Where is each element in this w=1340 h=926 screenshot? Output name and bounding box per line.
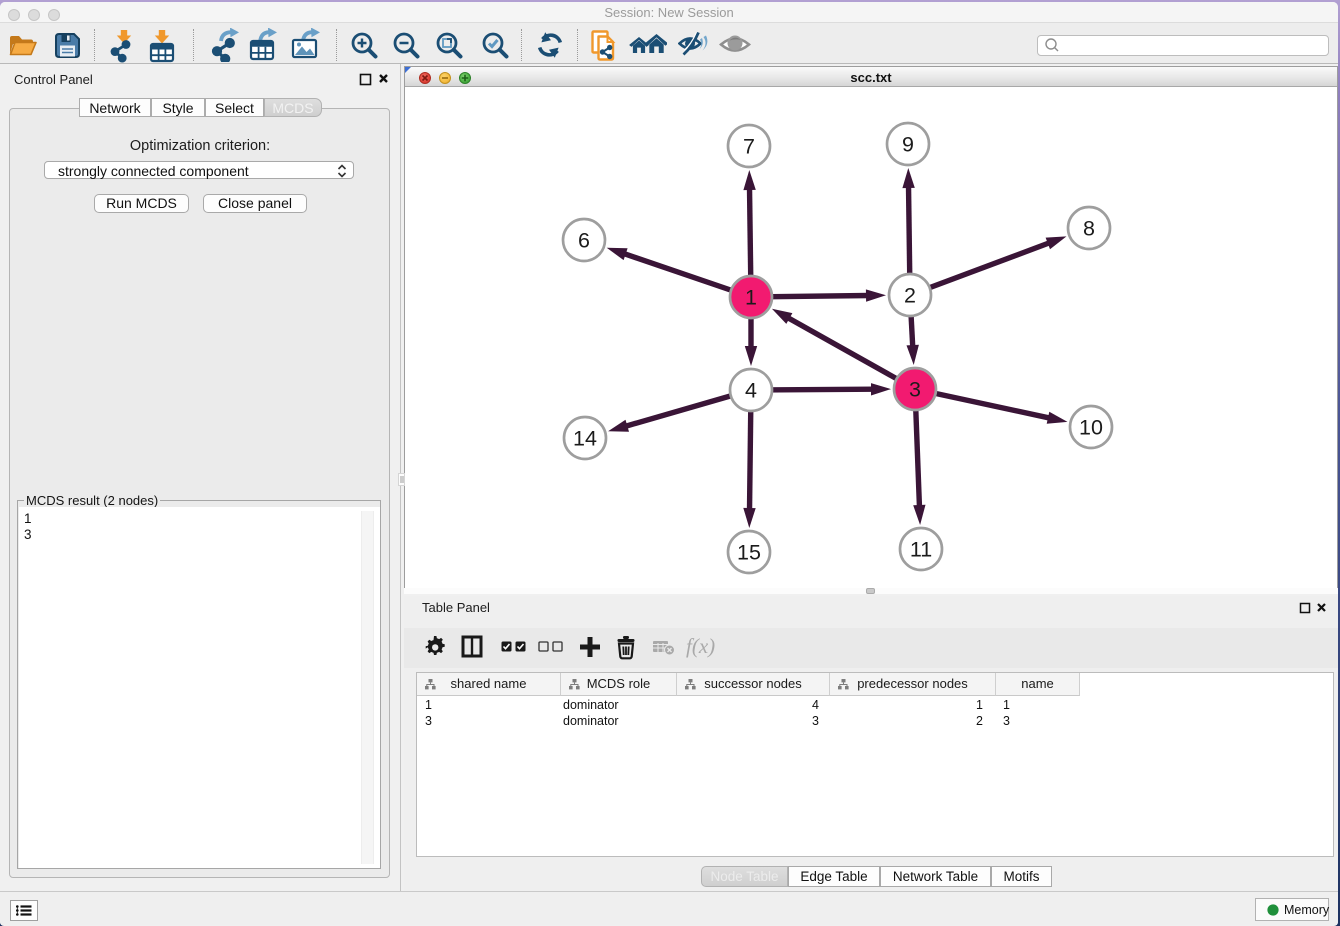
svg-text:1: 1 bbox=[745, 286, 757, 310]
svg-text:11: 11 bbox=[910, 538, 932, 562]
svg-text:9: 9 bbox=[902, 133, 914, 157]
svg-text:8: 8 bbox=[1083, 217, 1095, 241]
svg-text:10: 10 bbox=[1079, 416, 1103, 440]
svg-text:3: 3 bbox=[909, 378, 921, 402]
svg-text:4: 4 bbox=[745, 379, 757, 403]
svg-text:15: 15 bbox=[737, 541, 761, 565]
svg-text:7: 7 bbox=[743, 135, 755, 159]
svg-text:2: 2 bbox=[904, 284, 916, 308]
svg-text:6: 6 bbox=[578, 229, 590, 253]
svg-text:14: 14 bbox=[573, 427, 597, 451]
